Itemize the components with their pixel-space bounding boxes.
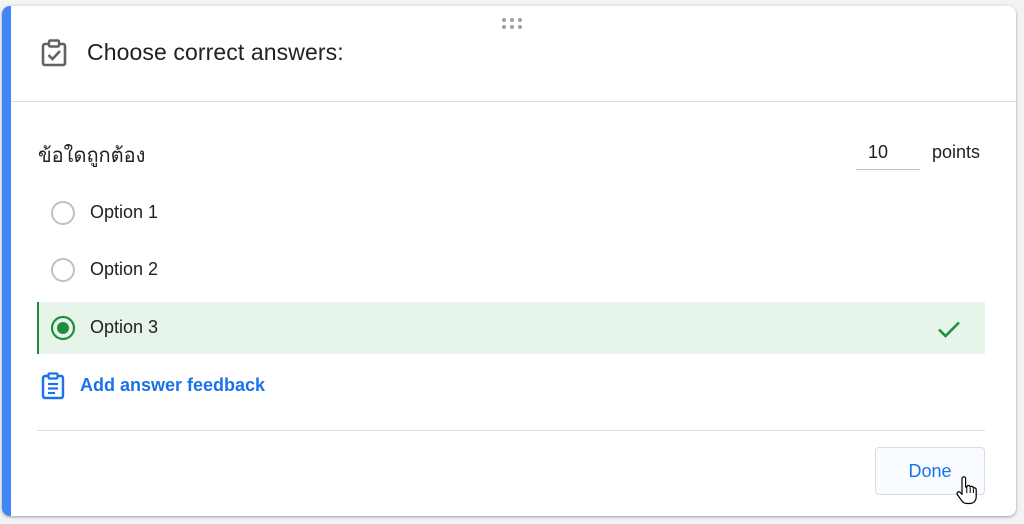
option-3[interactable]: Option 3 bbox=[37, 302, 985, 354]
radio-unchecked-icon[interactable] bbox=[50, 257, 76, 283]
add-answer-feedback-label: Add answer feedback bbox=[80, 375, 266, 395]
checklist-icon bbox=[39, 38, 69, 68]
radio-unchecked-icon[interactable] bbox=[50, 200, 76, 226]
radio-checked-icon[interactable] bbox=[50, 315, 76, 341]
answer-key-card: Choose correct answers: ข้อใดถูกต้อง poi… bbox=[2, 6, 1016, 516]
question-text: ข้อใดถูกต้อง bbox=[38, 143, 146, 167]
option-1[interactable]: Option 1 bbox=[37, 187, 985, 239]
card-header: Choose correct answers: bbox=[11, 6, 1016, 102]
card-accent-bar bbox=[2, 6, 11, 516]
option-2[interactable]: Option 2 bbox=[37, 244, 985, 296]
footer-divider bbox=[37, 430, 985, 431]
points-label: points bbox=[932, 142, 981, 162]
done-button[interactable]: Done bbox=[875, 447, 985, 495]
header-title: Choose correct answers: bbox=[87, 39, 344, 65]
clipboard-icon bbox=[39, 372, 67, 400]
option-label: Option 1 bbox=[90, 202, 159, 222]
correct-check-icon bbox=[935, 315, 963, 343]
option-label: Option 3 bbox=[90, 317, 159, 337]
points-input[interactable] bbox=[856, 136, 920, 170]
option-label: Option 2 bbox=[90, 259, 159, 279]
